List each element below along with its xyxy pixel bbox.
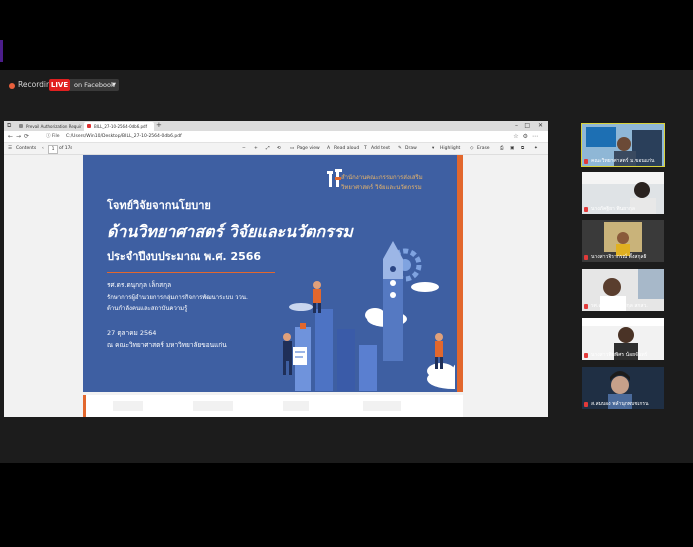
window-edge-marker [0,40,3,62]
rocket-bar-chart-illustration [283,241,455,391]
recording-dot-icon [9,83,15,89]
minimize-icon[interactable]: – [515,122,518,129]
save-icon[interactable]: ▣ [510,143,514,154]
page-icon [19,124,23,128]
org-name-line2: วิทยาศาสตร์ วิจัยและนวัตกรรม [341,184,422,191]
add-text-icon: T [364,146,367,151]
bar-chart-icon [295,309,377,391]
pdf-viewer-area[interactable]: สำนักงานคณะกรรมการส่งเสริม วิทยาศาสตร์ ว… [4,155,548,417]
address-bar: ←→⟳ ⓘ File C:/Users/Win10/Desktop/BILL_2… [4,131,548,143]
slide-accent-stripe [457,155,463,392]
rotate-icon[interactable]: ⟲ [277,143,281,154]
highlight-button[interactable]: Highlight [440,143,460,154]
page-number-input[interactable]: 1 [48,145,58,154]
rocket-icon [383,241,403,361]
title-divider [107,272,275,273]
new-tab-button[interactable]: + [156,121,162,129]
tab-pdf[interactable]: BILL_27-10-2564-0db6.pdf [84,122,154,131]
speaker-name: รศ.ดร.ดนุกกุล เล็กสกุล [107,281,172,289]
next-page-shape [113,401,143,411]
participant-name: นางสาวจิรากรณ์ ตั้งสกุลธิ [591,254,647,260]
tab-label: BILL_27-10-2564-0db6.pdf [94,124,147,129]
stream-destination-dropdown[interactable]: on Facebook ▼ [70,79,119,91]
draw-button[interactable]: Draw [405,143,417,154]
chevron-down-icon: ▼ [112,82,116,88]
page-total: of 17 [59,146,71,151]
participant-tile[interactable]: รศ.ดนุกกุล เล็กสกุล สกสว. [582,269,664,311]
pdf-page-slide: สำนักงานคณะกรรมการส่งเสริม วิทยาศาสตร์ ว… [83,155,463,392]
slide-kicker: โจทย์วิจัยจากนโยบาย [107,199,211,212]
participant-tile[interactable]: คณะวิทยาศาสตร์ ม.ขอนแก่น [581,123,665,167]
speaker-role-line1: รักษาการผู้อำนวยการกลุ่มภารกิจการพัฒนาระ… [107,294,248,301]
document-icon [293,347,307,365]
participant-name: ส.สมบอง พลำนุกพบชเกรน [591,401,649,407]
tab-bar: ⧉ Prevail Authorization Requir BILL_27-1… [4,121,548,131]
event-venue: ณ คณะวิทยาศาสตร์ มหาวิทยาลัยขอนแก่น [107,341,227,349]
participant-tile[interactable]: ส.สมบอง พลำนุกพบชเกรน [582,367,664,409]
read-aloud-icon: A [327,146,331,151]
close-icon[interactable]: ✕ [538,122,543,129]
next-page-shape [193,401,233,411]
live-badge: LIVE [49,79,70,91]
participant-name: นางภัคฐิยา พินยากุล [591,206,635,212]
next-page-accent [83,395,86,417]
maximize-icon[interactable]: □ [524,122,530,129]
stream-destination-label: on Facebook [74,81,115,89]
print-icon[interactable]: ⎙ [500,143,504,154]
nav-buttons-icon[interactable]: ←→⟳ [8,131,32,142]
pdf-icon [87,124,91,128]
erase-button[interactable]: Erase [477,143,490,154]
fit-page-icon[interactable]: ⤢ [266,143,270,154]
add-text-button[interactable]: Add text [371,143,390,154]
tsri-logo-icon [327,169,342,187]
draw-icon: ✎ [398,146,402,151]
participant-tile[interactable]: นางภัคฐิยา พินยากุล [582,172,664,214]
next-page-shape [363,401,401,411]
next-page-shape [283,401,309,411]
shared-browser-window: ⧉ Prevail Authorization Requir BILL_27-1… [4,121,548,417]
pdf-page-next [83,395,463,417]
slide-subtitle: ประจำปีงบประมาณ พ.ศ. 2566 [107,250,262,263]
highlight-icon: ▾ [432,146,435,151]
participant-tile[interactable]: นางสาวพิมพิศร น้อยจันทร์ [582,318,664,360]
pdf-toolbar: ☰ Contents ‹ 1 of 17 ⌕ − + ⤢ ⟲ ▭ Page vi… [4,143,548,155]
participant-tile[interactable]: นางสาวจิรากรณ์ ตั้งสกุลธิ [582,220,664,262]
previous-page-icon[interactable]: ‹ [42,143,44,154]
tab-authorization[interactable]: Prevail Authorization Requir [16,122,82,131]
participant-name: คณะวิทยาศาสตร์ ม.ขอนแก่น [591,158,655,164]
read-aloud-button[interactable]: Read aloud [334,143,359,154]
speaker-role-line2: ด้านกำลังคนและสถาบันความรู้ [107,305,188,312]
participant-name: รศ.ดนุกกุล เล็กสกุล สกสว. [591,303,648,309]
page-view-icon: ▭ [290,146,295,151]
file-scheme-label: ⓘ File [46,134,60,139]
tab-actions-icon[interactable]: ⧉ [7,122,11,130]
zoom-in-icon[interactable]: + [254,143,258,154]
participant-name: นางสาวพิมพิศร น้อยจันทร์ [591,352,648,358]
save-as-icon[interactable]: ⧉ [521,143,524,154]
erase-icon: ◇ [470,146,474,151]
browser-actions-icon[interactable]: ☆⚙⋯ [513,131,542,142]
tab-label: Prevail Authorization Requir [26,124,82,129]
url-input[interactable]: C:/Users/Win10/Desktop/BILL_27-10-2564-0… [66,131,182,142]
event-date: 27 ตุลาคม 2564 [107,329,157,337]
zoom-out-icon[interactable]: − [242,143,246,154]
pin-icon[interactable]: ✦ [534,143,538,154]
page-view-button[interactable]: Page view [297,143,320,154]
search-icon[interactable]: ⌕ [70,143,73,154]
contents-button[interactable]: Contents [16,143,36,154]
contents-icon: ☰ [8,146,13,151]
org-name-line1: สำนักงานคณะกรรมการส่งเสริม [341,174,423,181]
